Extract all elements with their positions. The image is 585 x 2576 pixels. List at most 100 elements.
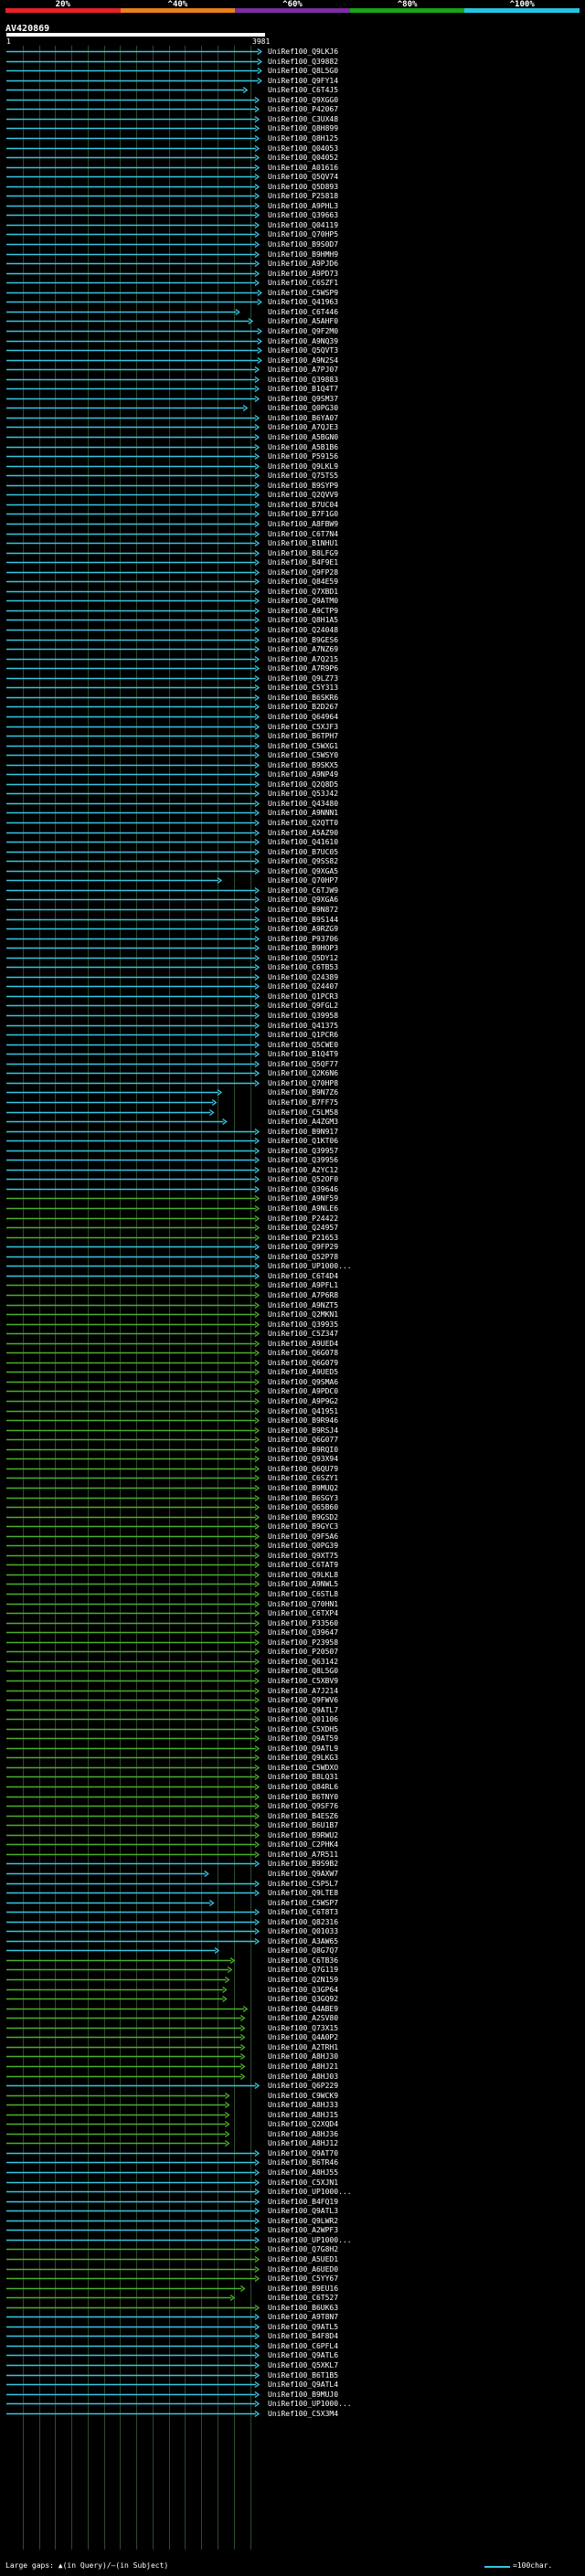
hit-row[interactable]: UniRef100_B9R946 — [0, 1415, 585, 1426]
hit-row[interactable]: UniRef100_B7UC05 — [0, 847, 585, 857]
hit-label[interactable]: UniRef100_Q2QTT0 — [268, 818, 338, 828]
hit-row[interactable]: UniRef100_C6T7N4 — [0, 529, 585, 539]
hit-label[interactable]: UniRef100_B6UK63 — [268, 2303, 338, 2313]
hit-label[interactable]: UniRef100_Q24407 — [268, 981, 338, 991]
hit-label[interactable]: UniRef100_Q9SS82 — [268, 856, 338, 866]
hit-label[interactable]: UniRef100_C6SZF1 — [268, 278, 338, 288]
hit-row[interactable]: UniRef100_Q39957 — [0, 1146, 585, 1156]
hit-row[interactable]: UniRef100_B9N872 — [0, 905, 585, 915]
hit-row[interactable]: UniRef100_A9NNN1 — [0, 808, 585, 818]
hit-label[interactable]: UniRef100_B6TPH7 — [268, 731, 338, 741]
hit-label[interactable]: UniRef100_C6TB53 — [268, 962, 338, 972]
hit-row[interactable]: UniRef100_Q9SMA6 — [0, 1377, 585, 1387]
hit-label[interactable]: UniRef100_Q70HP5 — [268, 229, 338, 239]
hit-label[interactable]: UniRef100_Q9ATL3 — [268, 2206, 338, 2216]
hit-row[interactable]: UniRef100_B9S144 — [0, 915, 585, 925]
hit-row[interactable]: UniRef100_Q70HP7 — [0, 875, 585, 885]
hit-row[interactable]: UniRef100_P20507 — [0, 1647, 585, 1657]
hit-row[interactable]: UniRef100_Q9XT75 — [0, 1551, 585, 1561]
hit-label[interactable]: UniRef100_Q0PG30 — [268, 403, 338, 413]
hit-label[interactable]: UniRef100_Q9FWV6 — [268, 1695, 338, 1705]
hit-row[interactable]: UniRef100_C6TB36 — [0, 1956, 585, 1966]
hit-row[interactable]: UniRef100_A7QJE3 — [0, 422, 585, 432]
hit-label[interactable]: UniRef100_A01616 — [268, 163, 338, 173]
hit-label[interactable]: UniRef100_A8HJ36 — [268, 2129, 338, 2139]
hit-row[interactable]: UniRef100_A7J214 — [0, 1686, 585, 1696]
hit-row[interactable]: UniRef100_Q3GQ92 — [0, 1994, 585, 2004]
hit-label[interactable]: UniRef100_A8HJ03 — [268, 2072, 338, 2082]
hit-label[interactable]: UniRef100_Q6G079 — [268, 1358, 338, 1368]
hit-label[interactable]: UniRef100_B9SYP9 — [268, 481, 338, 491]
hit-row[interactable]: UniRef100_C6PFL4 — [0, 2341, 585, 2351]
hit-label[interactable]: UniRef100_Q5XKL7 — [268, 2360, 338, 2370]
hit-label[interactable]: UniRef100_Q8H125 — [268, 133, 338, 143]
hit-row[interactable]: UniRef100_A9PDC0 — [0, 1386, 585, 1396]
hit-row[interactable]: UniRef100_Q43480 — [0, 799, 585, 809]
hit-row[interactable]: UniRef100_A9NWL5 — [0, 1579, 585, 1589]
hit-row[interactable]: UniRef100_A9NP49 — [0, 769, 585, 779]
hit-label[interactable]: UniRef100_B9R946 — [268, 1415, 338, 1426]
hit-row[interactable]: UniRef100_Q9FP28 — [0, 567, 585, 578]
hit-label[interactable]: UniRef100_B4F9E1 — [268, 557, 338, 567]
hit-row[interactable]: UniRef100_Q5XKL7 — [0, 2360, 585, 2370]
hit-row[interactable]: UniRef100_Q2N159 — [0, 1975, 585, 1985]
hit-row[interactable]: UniRef100_Q24389 — [0, 972, 585, 982]
hit-row[interactable]: UniRef100_B6UK63 — [0, 2303, 585, 2313]
hit-label[interactable]: UniRef100_B8LFG9 — [268, 548, 338, 558]
hit-row[interactable]: UniRef100_Q93X94 — [0, 1454, 585, 1464]
hit-row[interactable]: UniRef100_Q9XGA5 — [0, 866, 585, 876]
hit-label[interactable]: UniRef100_A7NZ69 — [268, 644, 338, 654]
hit-label[interactable]: UniRef100_Q9SF76 — [268, 1801, 338, 1811]
hit-label[interactable]: UniRef100_UP1000... — [268, 1261, 352, 1271]
hit-label[interactable]: UniRef100_Q24048 — [268, 625, 338, 635]
hit-label[interactable]: UniRef100_Q8H1A5 — [268, 615, 338, 625]
hit-label[interactable]: UniRef100_A2WPF3 — [268, 2225, 338, 2235]
hit-label[interactable]: UniRef100_B9GES6 — [268, 635, 338, 645]
hit-label[interactable]: UniRef100_B6YA07 — [268, 413, 338, 423]
hit-label[interactable]: UniRef100_Q93X94 — [268, 1454, 338, 1464]
hit-row[interactable]: UniRef100_Q75TS5 — [0, 471, 585, 481]
hit-row[interactable]: UniRef100_A9P9G2 — [0, 1396, 585, 1406]
hit-label[interactable]: UniRef100_C5WSP7 — [268, 1898, 338, 1908]
hit-label[interactable]: UniRef100_C2PHK4 — [268, 1839, 338, 1850]
hit-row[interactable]: UniRef100_B9SKX5 — [0, 760, 585, 770]
hit-label[interactable]: UniRef100_B8LQ31 — [268, 1772, 338, 1782]
hit-label[interactable]: UniRef100_B9HOP3 — [268, 943, 338, 953]
hit-row[interactable]: UniRef100_Q53J42 — [0, 789, 585, 799]
hit-label[interactable]: UniRef100_C5XDH5 — [268, 1724, 338, 1734]
hit-label[interactable]: UniRef100_B9EU16 — [268, 2284, 338, 2294]
hit-label[interactable]: UniRef100_B6SKR6 — [268, 693, 338, 703]
hit-label[interactable]: UniRef100_Q9XGG0 — [268, 95, 338, 105]
hit-label[interactable]: UniRef100_P33560 — [268, 1618, 338, 1628]
hit-label[interactable]: UniRef100_Q70HN1 — [268, 1599, 338, 1609]
hit-row[interactable]: UniRef100_A9N2S4 — [0, 355, 585, 366]
hit-row[interactable]: UniRef100_Q0PG39 — [0, 1541, 585, 1551]
hit-row[interactable]: UniRef100_C5X3M4 — [0, 2409, 585, 2419]
hit-label[interactable]: UniRef100_P20507 — [268, 1647, 338, 1657]
hit-row[interactable]: UniRef100_Q9SF76 — [0, 1801, 585, 1811]
hit-label[interactable]: UniRef100_A9NLE6 — [268, 1203, 338, 1214]
hit-row[interactable]: UniRef100_B9GYC3 — [0, 1521, 585, 1532]
hit-label[interactable]: UniRef100_A8HJ21 — [268, 2062, 338, 2072]
hit-row[interactable]: UniRef100_C5LM58 — [0, 1108, 585, 1118]
hit-row[interactable]: UniRef100_B1Q4T7 — [0, 384, 585, 394]
hit-label[interactable]: UniRef100_B9GSD2 — [268, 1512, 338, 1522]
hit-label[interactable]: UniRef100_B9MUQ2 — [268, 1483, 338, 1493]
hit-row[interactable]: UniRef100_B9GSD2 — [0, 1512, 585, 1522]
hit-row[interactable]: UniRef100_B6SKR6 — [0, 693, 585, 703]
hit-label[interactable]: UniRef100_Q2MKN1 — [268, 1309, 338, 1320]
hit-row[interactable]: UniRef100_Q7G8H2 — [0, 2244, 585, 2254]
hit-row[interactable]: UniRef100_A9NQ39 — [0, 336, 585, 346]
hit-row[interactable]: UniRef100_Q5CWE0 — [0, 1040, 585, 1050]
hit-row[interactable]: UniRef100_Q9FWV6 — [0, 1695, 585, 1705]
hit-row[interactable]: UniRef100_Q70HP5 — [0, 229, 585, 239]
hit-label[interactable]: UniRef100_C5Y313 — [268, 683, 338, 693]
hit-row[interactable]: UniRef100_Q9ATL5 — [0, 2322, 585, 2332]
hit-label[interactable]: UniRef100_B9RSJ4 — [268, 1426, 338, 1436]
hit-row[interactable]: UniRef100_Q1KT06 — [0, 1136, 585, 1146]
hit-label[interactable]: UniRef100_B9S0D7 — [268, 239, 338, 249]
hit-row[interactable]: UniRef100_A9UED4 — [0, 1339, 585, 1349]
hit-label[interactable]: UniRef100_Q4A0P2 — [268, 2032, 338, 2042]
hit-row[interactable]: UniRef100_Q9LKL9 — [0, 461, 585, 472]
hit-label[interactable]: UniRef100_Q9AXW7 — [268, 1869, 338, 1879]
